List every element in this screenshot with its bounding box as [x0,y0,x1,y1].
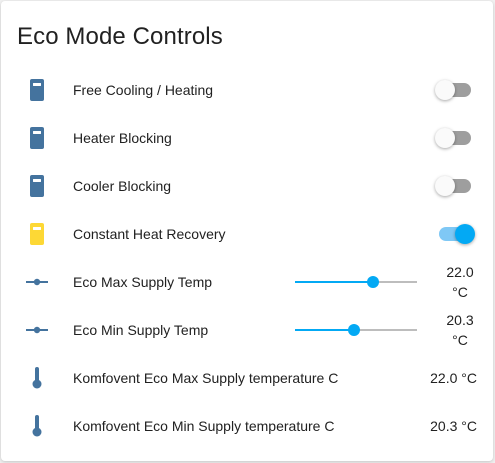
row-constant-heat-recovery: Constant Heat Recovery [1,210,493,258]
slider-icon [25,318,49,342]
slider-value: 22.0 °C [446,264,474,300]
device-icon[interactable] [25,78,49,102]
free-cooling-toggle[interactable] [435,80,473,100]
eco-mode-card: Eco Mode Controls Free Cooling / Heating… [1,1,493,461]
row-eco-min-supply-temp: Eco Min Supply Temp 20.3 °C [1,306,493,354]
row-eco-min-supply-sensor[interactable]: Komfovent Eco Min Supply temperature C 2… [1,402,493,450]
eco-min-supply-temp-slider[interactable] [295,320,417,340]
row-label[interactable]: Cooler Blocking [73,162,171,210]
row-label[interactable]: Free Cooling / Heating [73,66,213,114]
row-label[interactable]: Heater Blocking [73,114,172,162]
row-label: Eco Min Supply Temp [73,322,209,338]
slider-value: 20.3 °C [446,312,474,348]
slider-knob[interactable] [348,324,360,336]
row-label[interactable]: Komfovent Eco Min Supply temperature C [73,402,334,450]
constant-heat-recovery-toggle[interactable] [437,224,475,244]
thermometer-icon[interactable] [25,414,49,438]
row-eco-max-supply-sensor[interactable]: Komfovent Eco Max Supply temperature C 2… [1,354,493,402]
slider-icon [25,270,49,294]
device-icon[interactable] [25,126,49,150]
cooler-blocking-toggle[interactable] [435,176,473,196]
row-label[interactable]: Constant Heat Recovery [73,210,226,258]
row-heater-blocking: Heater Blocking [1,114,493,162]
thermometer-icon[interactable] [25,366,49,390]
sensor-value[interactable]: 20.3 °C [430,402,477,450]
device-icon[interactable] [25,174,49,198]
row-label: Eco Max Supply Temp [73,274,213,290]
card-title: Eco Mode Controls [17,23,223,50]
row-cooler-blocking: Cooler Blocking [1,162,493,210]
row-free-cooling-heating: Free Cooling / Heating [1,66,493,114]
slider-knob[interactable] [367,276,379,288]
eco-max-supply-temp-slider[interactable] [295,272,417,292]
row-label[interactable]: Komfovent Eco Max Supply temperature C [73,354,338,402]
device-icon-active[interactable] [25,222,49,246]
row-eco-max-supply-temp: Eco Max Supply Temp 22.0 °C [1,258,493,306]
sensor-value[interactable]: 22.0 °C [430,354,477,402]
heater-blocking-toggle[interactable] [435,128,473,148]
